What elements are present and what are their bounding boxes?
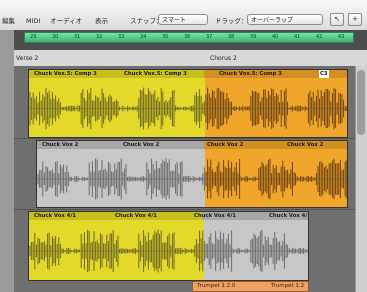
region-take-2-label-4: Chuck Vox 2: [287, 142, 324, 148]
ruler-bar-number: 33: [118, 34, 125, 40]
region-comp-label-1: Chuck Vox.5: Comp 3: [34, 71, 97, 77]
comp-badge[interactable]: C3: [319, 70, 329, 78]
ruler-bar-number: 38: [228, 34, 235, 40]
ruler-bar-number: 36: [184, 34, 191, 40]
region-comp-label-3: Chuck Vox.5: Comp 3: [219, 71, 282, 77]
lane-separator: [14, 138, 367, 139]
waveform-comp: [29, 78, 347, 137]
ruler-bar-number: 37: [206, 34, 213, 40]
vertical-scrollbar-thumb[interactable]: [357, 70, 365, 135]
lane-separator: [14, 209, 367, 210]
ruler-bar-number: 39: [250, 34, 257, 40]
region-comp-header: Chuck Vox.5: Comp 3 Chuck Vox.5: Comp 3 …: [29, 70, 347, 78]
region-trumpet[interactable]: Trumpet 1.2.0 Trumpet 1.2: [192, 281, 309, 292]
ruler-bar-number: 31: [74, 34, 81, 40]
region-take-1-label-4: Chuck Vox 4/1: [269, 213, 309, 219]
ruler-bar-number: 32: [96, 34, 103, 40]
region-take-1-label-2: Chuck Vox 4/1: [115, 213, 157, 219]
audio-menu[interactable]: オーディオ: [50, 15, 82, 27]
drag-label: ドラッグ：: [215, 17, 248, 25]
plus-icon[interactable]: +: [348, 13, 362, 26]
edit-menu[interactable]: 編集: [2, 15, 15, 27]
marker-verse-2[interactable]: Verse 2: [16, 55, 38, 62]
ruler-bar-number: 29: [30, 34, 37, 40]
region-take-1[interactable]: Chuck Vox 4/1 Chuck Vox 4/1 Chuck Vox 4/…: [28, 211, 309, 281]
region-trumpet-label-1: Trumpet 1.2.0: [197, 283, 236, 289]
region-take-1-label-1: Chuck Vox 4/1: [34, 213, 76, 219]
midi-menu[interactable]: MIDI: [26, 15, 40, 27]
ruler-bar-number: 30: [52, 34, 59, 40]
ruler-bar-number: 34: [140, 34, 147, 40]
track-header-edge: [0, 30, 14, 292]
view-menu[interactable]: 表示: [95, 15, 108, 27]
region-take-2-label-2: Chuck Vox 2: [123, 142, 160, 148]
marker-track[interactable]: [14, 50, 367, 67]
ruler-bar-number: 41: [294, 34, 301, 40]
region-comp[interactable]: Chuck Vox.5: Comp 3 Chuck Vox.5: Comp 3 …: [28, 69, 348, 138]
region-take-2-header: Chuck Vox 2 Chuck Vox 2 Chuck Vox 2 Chuc…: [37, 141, 347, 149]
waveform-take-2: [37, 149, 347, 207]
region-trumpet-label-2: Trumpet 1.2: [271, 283, 305, 289]
region-take-2[interactable]: Chuck Vox 2 Chuck Vox 2 Chuck Vox 2 Chuc…: [36, 140, 348, 208]
waveform-take-1: [29, 220, 308, 280]
ruler-bar-number: 43: [338, 34, 345, 40]
region-take-1-header: Chuck Vox 4/1 Chuck Vox 4/1 Chuck Vox 4/…: [29, 212, 308, 220]
region-comp-label-2: Chuck Vox.5: Comp 3: [124, 71, 187, 77]
arrange-toolbar: 編集 MIDI オーディオ 表示 スナップ： スマート ドラッグ： オーバーラッ…: [0, 0, 367, 31]
pointer-tool-icon[interactable]: ↖: [330, 13, 344, 26]
drag-select[interactable]: オーバーラップ: [247, 14, 323, 25]
marker-chorus-2[interactable]: Chorus 2: [210, 55, 237, 62]
region-take-2-label-3: Chuck Vox 2: [207, 142, 244, 148]
snap-select[interactable]: スマート: [158, 14, 208, 25]
region-take-2-label-1: Chuck Vox 2: [42, 142, 79, 148]
ruler-bar-number: 35: [162, 34, 169, 40]
ruler-bar-number: 42: [316, 34, 323, 40]
ruler-bar-number: 40: [272, 34, 279, 40]
region-take-1-label-3: Chuck Vox 4/1: [194, 213, 236, 219]
